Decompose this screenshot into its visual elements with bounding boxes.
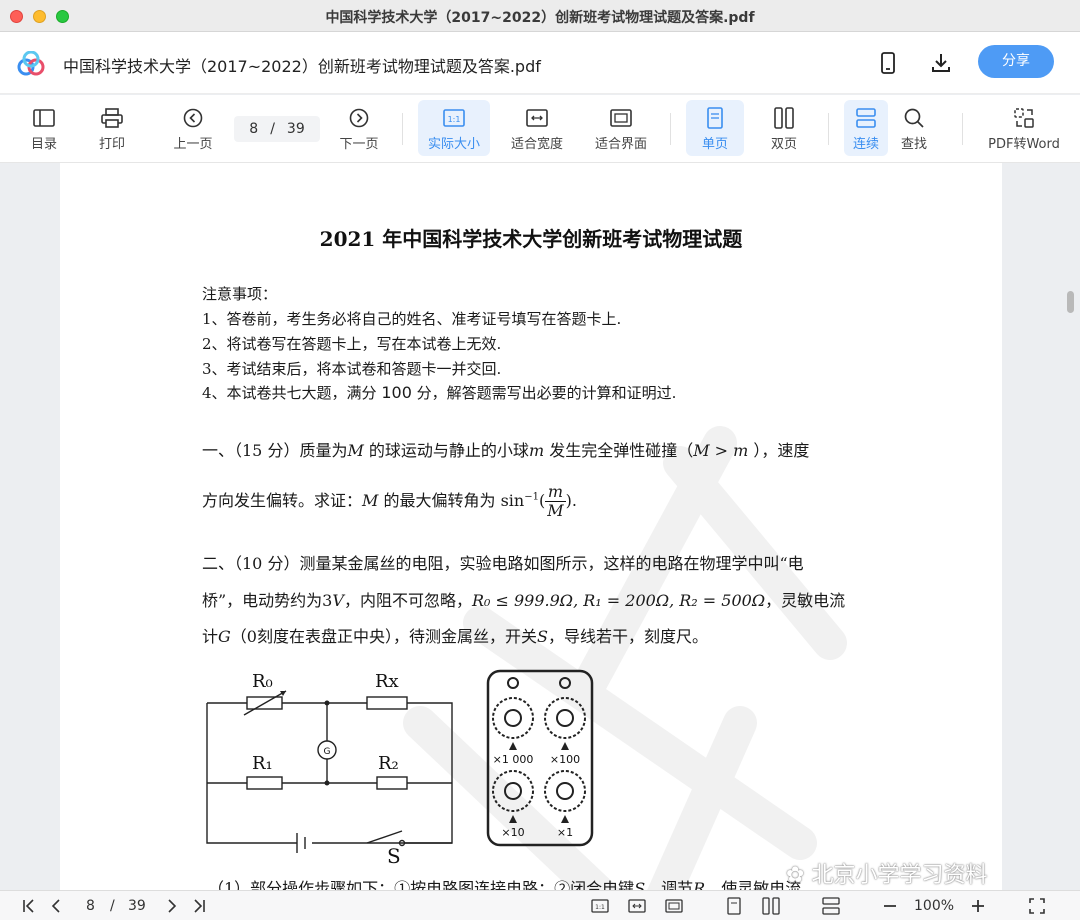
- chevron-right-circle-icon: [347, 106, 371, 130]
- r1-label: R₁: [252, 753, 273, 774]
- continuous-icon: [854, 106, 878, 130]
- document-viewport[interactable]: 2021 年中国科学技术大学创新班考试物理试题 注意事项： 1、答卷前，考生务必…: [0, 163, 1080, 890]
- bridge-circuit-diagram: R₀ Rx R₁ R₂ G S: [206, 671, 453, 868]
- actual-size-button[interactable]: 1:1 实际大小: [418, 100, 490, 156]
- resistance-box-illustration: ×1 000 ×100 ×10 ×1: [486, 669, 594, 847]
- single-page-button[interactable]: 单页: [686, 100, 744, 156]
- toc-icon: [32, 106, 56, 130]
- share-button[interactable]: 分享: [978, 45, 1054, 78]
- fit-window-icon[interactable]: [665, 897, 683, 915]
- notice-heading: 注意事项：: [202, 285, 278, 303]
- print-icon: [100, 106, 124, 130]
- notice-item: 2、将试卷写在答题卡上，写在本试卷上无效.: [202, 335, 502, 353]
- bottom-total-pages: 39: [128, 898, 146, 914]
- app-header: 中国科学技术大学（2017~2022）创新班考试物理试题及答案.pdf 分享: [0, 32, 1080, 94]
- download-icon[interactable]: [927, 49, 955, 77]
- single-page-icon[interactable]: [725, 897, 743, 915]
- continuous-icon[interactable]: [822, 897, 840, 915]
- pdf-page: 2021 年中国科学技术大学创新班考试物理试题 注意事项： 1、答卷前，考生务必…: [60, 163, 1002, 890]
- question-2-line-1: 二、（10 分）测量某金属丝的电阻，实验电路如图所示，这样的电路在物理学中叫“电: [202, 554, 804, 573]
- pdf-to-word-button[interactable]: PDF转Word: [982, 100, 1066, 156]
- continuous-button[interactable]: 连续: [844, 100, 888, 156]
- question-1-line-1: 一、（15 分）质量为M 的球运动与静止的小球m 发生完全弹性碰撞（M > m …: [202, 441, 810, 460]
- mobile-icon[interactable]: [874, 49, 902, 77]
- window-titlebar: 中国科学技术大学（2017~2022）创新班考试物理试题及答案.pdf: [0, 0, 1080, 32]
- actual-size-icon: 1:1: [442, 106, 466, 130]
- last-page-icon[interactable]: [190, 897, 208, 915]
- question-2-line-3: 计G（0刻度在表盘正中央），待测金属丝，开关S，导线若干，刻度尺。: [202, 627, 708, 646]
- search-icon: [902, 106, 926, 130]
- find-button[interactable]: 查找: [892, 100, 936, 156]
- bottom-current-page[interactable]: 8: [86, 898, 95, 914]
- document-title: 中国科学技术大学（2017~2022）创新班考试物理试题及答案.pdf: [63, 57, 541, 76]
- actual-size-icon[interactable]: 1:1: [591, 897, 609, 915]
- window-title: 中国科学技术大学（2017~2022）创新班考试物理试题及答案.pdf: [325, 10, 755, 26]
- next-page-button[interactable]: 下一页: [334, 100, 384, 156]
- question-2-line-2: 桥”，电动势约为3V，内阻不可忽略，R₀ ≤ 999.9Ω, R₁ = 200Ω…: [202, 591, 846, 610]
- page-heading: 2021 年中国科学技术大学创新班考试物理试题: [319, 227, 743, 251]
- fullscreen-icon[interactable]: [1028, 897, 1046, 915]
- zoom-in-icon[interactable]: [969, 897, 987, 915]
- double-page-icon: [772, 106, 796, 130]
- fraction: mM: [545, 482, 566, 520]
- fit-window-button[interactable]: 适合界面: [588, 100, 654, 156]
- dial-label: ×1 000: [493, 753, 534, 766]
- svg-text:1:1: 1:1: [595, 904, 605, 911]
- single-page-icon: [703, 106, 727, 130]
- fit-width-icon: [525, 106, 549, 130]
- double-page-button[interactable]: 双页: [756, 100, 812, 156]
- question-1-line-2: 方向发生偏转。求证：M 的最大偏转角为 sin−1(m M).: [202, 482, 577, 520]
- brand-watermark: ✿ 北京小学学习资料: [786, 863, 988, 888]
- r0-label: R₀: [252, 671, 273, 692]
- app-logo-icon: [17, 51, 45, 76]
- print-button[interactable]: 打印: [90, 100, 134, 156]
- vertical-scrollbar[interactable]: [1067, 291, 1074, 313]
- toc-button[interactable]: 目录: [22, 100, 66, 156]
- toolbar-divider: [402, 113, 403, 145]
- fit-width-icon[interactable]: [628, 897, 646, 915]
- dial-label: ×100: [550, 753, 580, 766]
- dial-label: ×10: [501, 826, 524, 839]
- toolbar-divider: [828, 113, 829, 145]
- bottom-page-sep: /: [110, 898, 115, 914]
- toolbar-divider: [962, 113, 963, 145]
- notice-item: 1、答卷前，考生务必将自己的姓名、准考证号填写在答题卡上.: [202, 310, 622, 328]
- convert-icon: [1012, 106, 1036, 130]
- zoom-level[interactable]: 100%: [914, 898, 954, 914]
- prev-page-icon[interactable]: [48, 897, 66, 915]
- notice-item: 4、本试卷共七大题，满分 100 分，解答题需写出必要的计算和证明过.: [202, 383, 677, 402]
- page-number-input[interactable]: 8 / 39: [234, 116, 320, 142]
- chevron-left-circle-icon: [181, 106, 205, 130]
- svg-text:1:1: 1:1: [448, 115, 461, 124]
- question-2-sub-1: （1）部分操作步骤如下：①按电路图连接电路；②闭合电键S，调节R，使灵敏电流: [208, 879, 802, 890]
- next-page-icon[interactable]: [162, 897, 180, 915]
- fit-window-icon: [609, 106, 633, 130]
- first-page-icon[interactable]: [20, 897, 38, 915]
- toolbar-divider: [670, 113, 671, 145]
- switch-label: S: [387, 844, 401, 868]
- zoom-out-icon[interactable]: [881, 897, 899, 915]
- fit-width-button[interactable]: 适合宽度: [504, 100, 570, 156]
- notice-item: 3、考试结束后，将本试卷和答题卡一并交回.: [202, 360, 502, 378]
- prev-page-button[interactable]: 上一页: [168, 100, 218, 156]
- rx-label: Rx: [375, 671, 399, 692]
- dial-label: ×1: [557, 826, 573, 839]
- bottom-bar: 8 / 39 1:1 100%: [0, 890, 1080, 920]
- galvanometer-label: G: [324, 747, 331, 757]
- double-page-icon[interactable]: [762, 897, 780, 915]
- toolbar: 目录 打印 上一页 8 / 39 下一页 1:1 实际大小 适合宽度 适合界面 …: [0, 95, 1080, 163]
- r2-label: R₂: [378, 753, 399, 774]
- wechat-icon: ✿: [786, 863, 812, 888]
